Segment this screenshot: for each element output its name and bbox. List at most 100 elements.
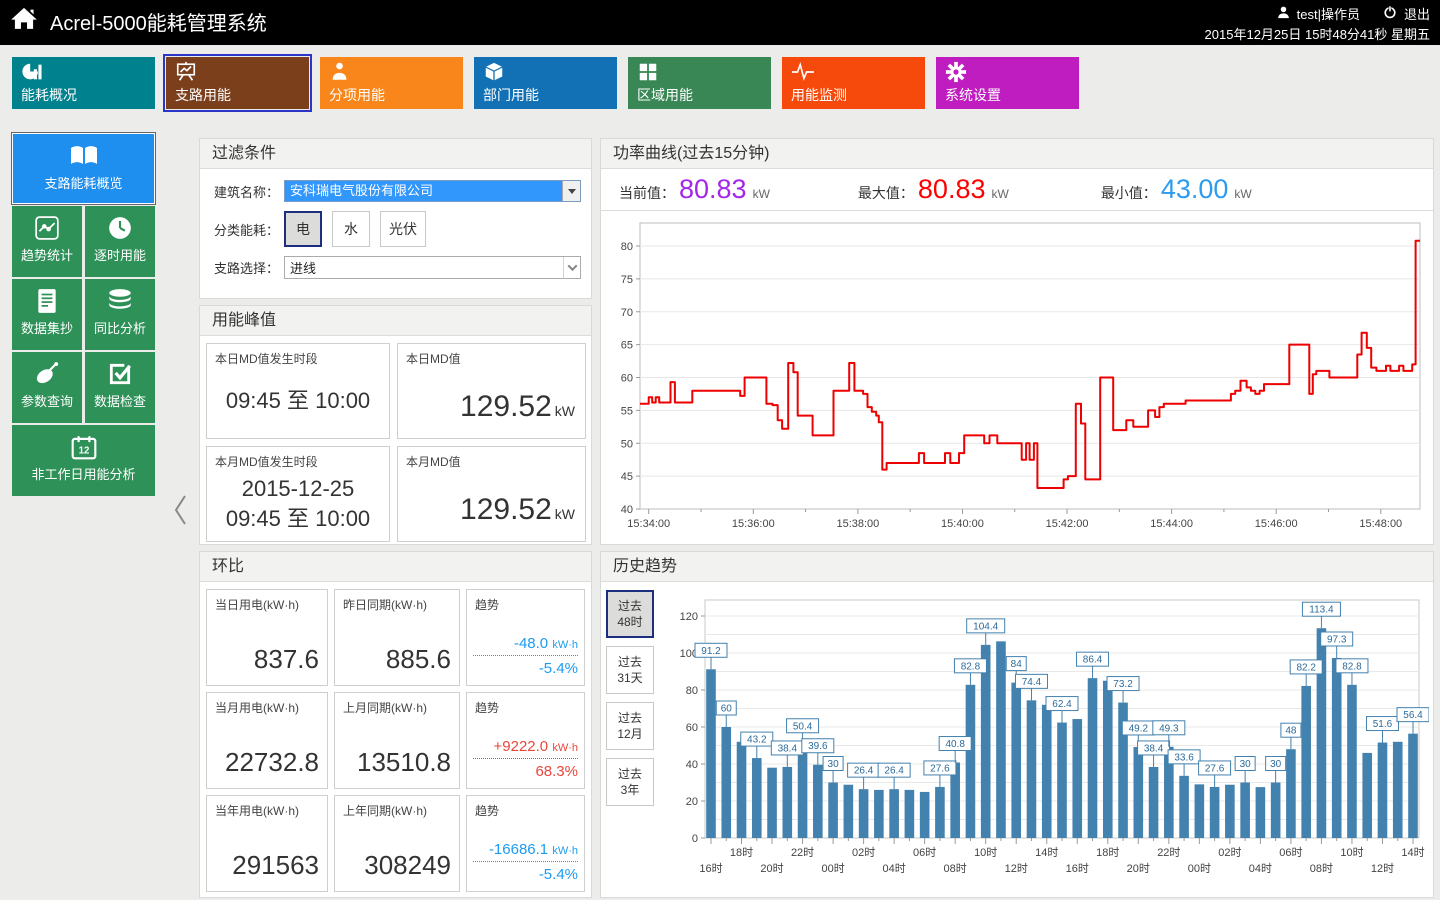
peak-today-md-value: 129.52 — [460, 390, 552, 423]
svg-text:73.2: 73.2 — [1113, 679, 1133, 690]
peak-month-md-value: 129.52 — [460, 493, 552, 526]
svg-text:20: 20 — [686, 796, 698, 808]
trend-chart-icon — [12, 213, 82, 243]
branch-select-value: 进线 — [285, 258, 563, 277]
svg-text:43.2: 43.2 — [747, 735, 767, 746]
svg-text:06时: 06时 — [1279, 846, 1302, 859]
nav-tile-subentry-energy[interactable]: 分项用能 — [320, 57, 463, 109]
svg-text:15:42:00: 15:42:00 — [1046, 518, 1089, 530]
nav-tile-area-energy[interactable]: 区域用能 — [628, 57, 771, 109]
building-label: 建筑名称： — [214, 182, 284, 201]
svg-text:30: 30 — [1270, 759, 1282, 770]
svg-text:22时: 22时 — [1157, 846, 1180, 859]
category-button-water[interactable]: 水 — [332, 211, 370, 247]
tab-past-12m[interactable]: 过去12月 — [606, 702, 654, 750]
svg-text:120: 120 — [680, 611, 698, 623]
svg-text:60: 60 — [621, 373, 633, 385]
sidebar-item-nonworkday-analysis[interactable]: 12 非工作日用能分析 — [12, 425, 155, 496]
svg-text:02时: 02时 — [1218, 846, 1241, 859]
svg-text:15:36:00: 15:36:00 — [732, 518, 775, 530]
tab-past-3y[interactable]: 过去3年 — [606, 758, 654, 806]
building-combobox[interactable]: 安科瑞电气股份有限公司 — [284, 180, 581, 202]
sidebar-item-branch-overview[interactable]: 支路能耗概览 — [12, 133, 155, 204]
nav-tile-department-energy[interactable]: 部门用能 — [474, 57, 617, 109]
svg-text:65: 65 — [621, 340, 633, 352]
peak-card-today-period: 本日MD值发生时段 09:45 至 10:00 — [206, 343, 390, 439]
nav-tile-branch-energy[interactable]: 支路用能 — [166, 57, 309, 109]
ring-card-lastyear: 上年同期(kW·h)308249 — [334, 795, 460, 892]
logout-button[interactable]: 退出 — [1404, 5, 1430, 24]
svg-text:55: 55 — [621, 405, 633, 417]
peak-panel: 用能峰值 本日MD值发生时段 09:45 至 10:00 本日MD值 129.5… — [199, 305, 592, 545]
sidebar-item-data-collection[interactable]: 数据集抄 — [12, 279, 82, 350]
tab-past-48h[interactable]: 过去48时 — [606, 590, 654, 638]
filter-panel: 过滤条件 建筑名称： 安科瑞电气股份有限公司 分类能耗： 电 水 光伏 支路选择… — [199, 138, 592, 299]
svg-text:00时: 00时 — [821, 862, 844, 875]
svg-text:49.3: 49.3 — [1159, 723, 1179, 734]
svg-text:80: 80 — [621, 241, 633, 253]
ring-grid: 当日用电(kW·h)837.6昨日同期(kW·h)885.6趋势-48.0 kW… — [200, 582, 591, 899]
nav-tile-system-settings[interactable]: 系统设置 — [936, 57, 1079, 109]
building-combobox-value[interactable]: 安科瑞电气股份有限公司 — [285, 181, 562, 201]
category-button-electricity[interactable]: 电 — [284, 211, 322, 247]
cube-icon — [483, 61, 505, 88]
svg-text:40: 40 — [686, 759, 698, 771]
history-bar-chart: 02040608010012016时18时20时22时00时02时04时06时0… — [665, 588, 1429, 894]
ring-card-lastmonth: 上月同期(kW·h)13510.8 — [334, 692, 460, 789]
sidebar-collapse-chevron[interactable] — [170, 490, 194, 530]
person-icon — [329, 61, 351, 88]
svg-text:10时: 10时 — [1340, 846, 1363, 859]
power-panel-title: 功率曲线(过去15分钟) — [601, 139, 1433, 169]
home-icon[interactable] — [10, 5, 38, 38]
chevron-down-icon[interactable] — [563, 257, 580, 278]
svg-text:40: 40 — [621, 504, 633, 516]
history-trend-panel: 历史趋势 过去48时 过去31天 过去12月 过去3年 020406080100… — [600, 551, 1434, 898]
sidebar-item-hourly-energy[interactable]: 逐时用能 — [85, 206, 155, 277]
branch-select[interactable]: 进线 — [284, 256, 581, 279]
svg-text:45: 45 — [621, 471, 633, 483]
category-button-pv[interactable]: 光伏 — [380, 211, 426, 247]
database-icon — [85, 286, 155, 316]
peak-today-period-value: 09:45 至 10:00 — [207, 383, 389, 415]
building-combobox-dropdown-button[interactable] — [562, 181, 580, 201]
svg-text:02时: 02时 — [852, 846, 875, 859]
svg-text:50: 50 — [621, 438, 633, 450]
svg-text:27.6: 27.6 — [930, 763, 950, 774]
svg-text:26.4: 26.4 — [884, 766, 904, 777]
sidebar-item-trend-stats[interactable]: 趋势统计 — [12, 206, 82, 277]
presentation-chart-icon — [175, 61, 197, 88]
svg-text:113.4: 113.4 — [1309, 605, 1334, 616]
ring-card-monthly: 当月用电(kW·h)22732.8 — [206, 692, 328, 789]
current-value: 80.83 — [679, 174, 747, 205]
svg-text:27.6: 27.6 — [1205, 763, 1225, 774]
sidebar-item-parameter-query[interactable]: 参数查询 — [12, 352, 82, 423]
nav-tile-energy-overview[interactable]: 能耗概况 — [12, 57, 155, 109]
power-stats-row: 当前值：80.83kW 最大值：80.83kW 最小值：43.00kW — [601, 169, 1433, 211]
svg-text:12: 12 — [78, 445, 89, 456]
svg-text:04时: 04时 — [1249, 862, 1272, 875]
svg-text:82.8: 82.8 — [1342, 661, 1362, 672]
svg-text:08时: 08时 — [1310, 862, 1333, 875]
ring-card-trend-daily: 趋势-48.0 kW·h-5.4% — [466, 589, 585, 686]
checkbox-icon — [85, 359, 155, 389]
pie-bars-icon — [21, 61, 43, 88]
peak-month-date: 2015-12-25 — [207, 474, 389, 504]
svg-text:80: 80 — [686, 685, 698, 697]
sidebar-item-data-check[interactable]: 数据检查 — [85, 352, 155, 423]
svg-text:12时: 12时 — [1371, 862, 1394, 875]
svg-text:08时: 08时 — [944, 862, 967, 875]
top-bar: Acrel-5000能耗管理系统 test|操作员 退出 2015年12月25日… — [0, 0, 1440, 45]
triangle-down-icon — [568, 189, 576, 194]
svg-text:40.8: 40.8 — [945, 739, 965, 750]
category-label: 分类能耗： — [214, 220, 284, 239]
sidebar-item-yoy-analysis[interactable]: 同比分析 — [85, 279, 155, 350]
power-icon — [1382, 4, 1398, 25]
ring-card-daily: 当日用电(kW·h)837.6 — [206, 589, 328, 686]
svg-text:0: 0 — [692, 833, 698, 845]
tab-past-31d[interactable]: 过去31天 — [606, 646, 654, 694]
svg-text:15:34:00: 15:34:00 — [627, 518, 670, 530]
history-range-tabs: 过去48时 过去31天 过去12月 过去3年 — [606, 590, 654, 814]
nav-tile-energy-monitor[interactable]: 用能监测 — [782, 57, 925, 109]
svg-text:33.6: 33.6 — [1174, 752, 1194, 763]
svg-text:20时: 20时 — [760, 862, 783, 875]
